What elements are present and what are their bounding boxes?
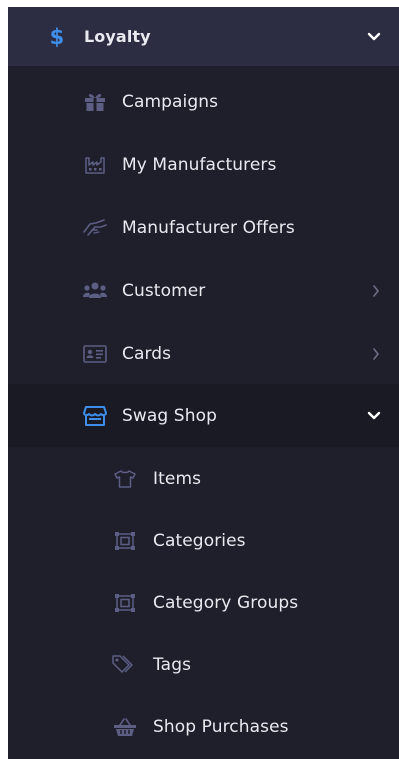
sidebar-item-label: Cards: [122, 343, 172, 364]
sidebar-item-manufacturer-offers[interactable]: Manufacturer Offers: [8, 196, 399, 259]
category-icon: [111, 531, 139, 551]
sidebar-subitem-categories[interactable]: Categories: [8, 510, 399, 572]
sidebar-item-label: Items: [153, 469, 202, 489]
sidebar-nav: $ Loyalty Campaigns My Manufacturers Man…: [8, 7, 399, 759]
factory-icon: [80, 155, 110, 175]
sidebar-item-swag-shop[interactable]: Swag Shop: [8, 384, 399, 447]
id-card-icon: [80, 344, 110, 363]
sidebar-subitem-category-groups[interactable]: Category Groups: [8, 572, 399, 634]
chevron-down-icon[interactable]: [367, 411, 381, 421]
sidebar-item-label: Tags: [153, 655, 192, 675]
sidebar-subitem-tags[interactable]: Tags: [8, 634, 399, 696]
tag-icon: [111, 654, 139, 676]
users-icon: [80, 281, 110, 301]
sidebar-item-label: Categories: [153, 531, 246, 551]
chevron-right-icon[interactable]: [371, 284, 381, 298]
store-icon: [80, 405, 110, 427]
handshake-icon: [80, 218, 110, 238]
category-icon: [111, 593, 139, 613]
chevron-right-icon[interactable]: [371, 347, 381, 361]
sidebar-item-label: Category Groups: [153, 593, 299, 613]
sidebar-item-label: My Manufacturers: [122, 154, 277, 175]
sidebar-item-label: Manufacturer Offers: [122, 217, 295, 238]
chevron-down-icon[interactable]: [367, 32, 381, 42]
basket-icon: [111, 717, 139, 737]
svg-text:$: $: [50, 25, 64, 49]
sidebar-item-label: Swag Shop: [122, 405, 217, 426]
sidebar-item-label: Customer: [122, 280, 206, 301]
sidebar-item-cards[interactable]: Cards: [8, 322, 399, 385]
sidebar-item-loyalty[interactable]: $ Loyalty: [8, 7, 399, 66]
tshirt-icon: [111, 469, 139, 489]
sidebar-subitem-items[interactable]: Items: [8, 448, 399, 510]
sidebar-item-label: Loyalty: [84, 27, 151, 46]
sidebar-item-customer[interactable]: Customer: [8, 259, 399, 322]
sidebar-subitem-shop-purchases[interactable]: Shop Purchases: [8, 696, 399, 758]
gift-icon: [80, 92, 110, 112]
sidebar-item-label: Campaigns: [122, 91, 219, 112]
sidebar-item-my-manufacturers[interactable]: My Manufacturers: [8, 133, 399, 196]
sidebar-item-label: Shop Purchases: [153, 717, 289, 737]
sidebar-item-campaigns[interactable]: Campaigns: [8, 70, 399, 133]
dollar-icon: $: [50, 25, 64, 49]
